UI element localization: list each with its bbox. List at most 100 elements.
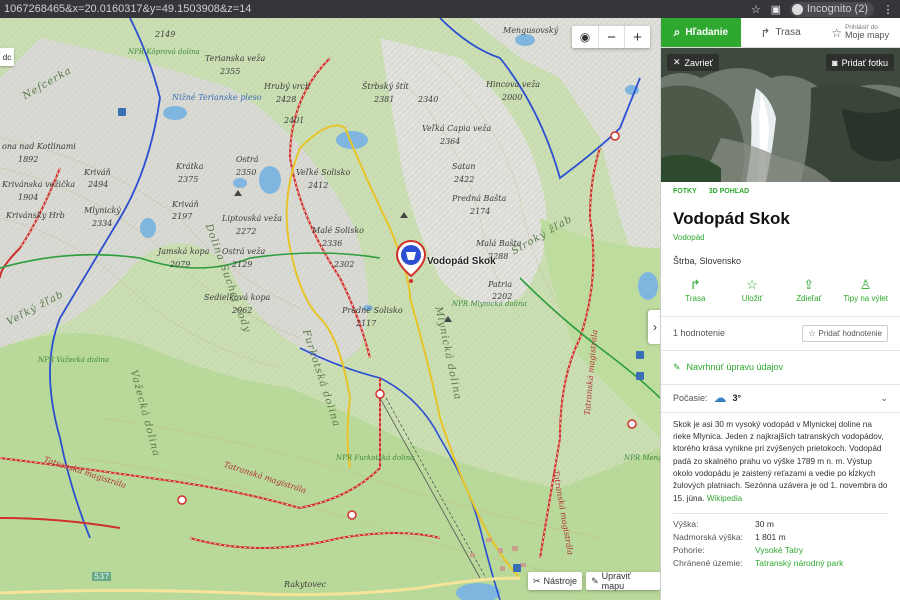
map-label: 2355 — [220, 67, 241, 76]
incognito-icon — [791, 3, 803, 15]
map-label: 2272 — [236, 227, 257, 236]
map-label: 1892 — [18, 155, 39, 164]
map-label: 2422 — [454, 175, 475, 184]
map-label: 1904 — [18, 193, 39, 202]
map-label: Mlynický — [84, 206, 121, 215]
add-photo-label: Pridať fotku — [841, 57, 888, 68]
star-icon[interactable]: ☆ — [750, 3, 762, 16]
add-photo-button[interactable]: ◙ Pridať fotku — [826, 54, 894, 71]
tools-label: Nástroje — [543, 576, 578, 586]
map-label: NPR Važecká dolina — [38, 356, 110, 364]
map-label: Malé Solisko — [312, 226, 364, 235]
wikipedia-link[interactable]: Wikipedia — [707, 494, 743, 503]
trip-tips-label: Tipy na výlet — [843, 294, 888, 303]
add-rating-button[interactable]: ☆ Pridať hodnotenie — [802, 324, 888, 342]
map-label: Predné Solisko — [342, 306, 403, 315]
map-label: Ostrá — [236, 155, 259, 164]
map-label: Krivánsky Hrb — [6, 211, 65, 220]
address-bar[interactable]: 1067268465&x=20.0160317&y=49.1503908&z=1… — [4, 3, 750, 15]
map-label: 2149 — [155, 30, 176, 39]
sidebar-toggle-icon[interactable]: ▣ — [770, 3, 782, 16]
route-icon: ↱ — [689, 277, 701, 292]
save-button-label: Uložiť — [741, 294, 763, 303]
map-label: 2000 — [502, 93, 523, 102]
map-label: NPR Furkotská dolina — [336, 454, 415, 462]
zoom-controls: ◉ − + — [572, 26, 650, 48]
road-number-label: 537 — [92, 572, 112, 581]
map-label: 2364 — [440, 137, 461, 146]
map-canvas[interactable]: NPR Kôprová dolina 2149 Terianska veža 2… — [0, 18, 660, 600]
map-label: Rakytovec — [284, 580, 327, 589]
place-location: Štrba, Slovensko — [673, 256, 742, 266]
map-label: 2340 — [418, 95, 439, 104]
locate-icon[interactable]: ◉ — [572, 26, 598, 48]
more-menu-icon[interactable]: ⋮ — [882, 3, 894, 16]
zoom-out-button[interactable]: − — [598, 26, 624, 48]
search-icon: ⌕ — [673, 25, 681, 39]
add-rating-label: Pridať hodnotenie — [818, 328, 883, 338]
edit-map-label: Upraviť mapu — [601, 571, 631, 591]
map-label: 2197 — [172, 212, 193, 221]
page-title: Vodopád Skok — [673, 209, 790, 228]
fact-key: Výška: — [673, 518, 699, 529]
share-button[interactable]: ⇪ Zdieľať — [781, 277, 838, 304]
rating-row: 1 hodnotenie ☆ Pridať hodnotenie — [661, 315, 900, 350]
close-icon: ✕ — [673, 57, 681, 67]
place-photo[interactable]: ✕ Zavrieť ◙ Pridať fotku — [661, 48, 900, 182]
route-button[interactable]: ↱ Trasa — [667, 277, 724, 304]
tab-route[interactable]: ↱ Trasa — [741, 18, 821, 47]
map-label: Jamská kopa — [158, 247, 210, 256]
fact-row: Nadmorská výška: 1 801 m — [673, 531, 888, 544]
place-category-link[interactable]: Vodopád — [661, 229, 900, 242]
zoom-in-button[interactable]: + — [624, 26, 650, 48]
map-label: NPR Mlynická dolina — [452, 300, 527, 308]
map-label: Kriváň — [84, 168, 111, 177]
edit-map-button[interactable]: ✎ Upraviť mapu — [586, 571, 660, 591]
map-label: 2129 — [232, 260, 253, 269]
tools-icon: ✂ — [533, 575, 541, 586]
incognito-badge[interactable]: Incognito (2) — [789, 1, 874, 17]
poi-label[interactable]: Vodopád Skok — [427, 256, 496, 267]
tab-route-label: Trasa — [775, 27, 801, 38]
photo-tabs: FOTKY 3D POHĽAD — [661, 182, 900, 201]
tab-search-label: Hľadanie — [685, 27, 729, 38]
map-label: Mengusovský — [503, 26, 559, 35]
fact-value: 1 801 m — [755, 532, 786, 543]
chevron-down-icon[interactable]: ⌄ — [880, 393, 888, 404]
map-label: Nižné Terianske pleso — [172, 93, 262, 102]
collapse-panel-button[interactable]: › — [648, 310, 660, 344]
facts-table: Výška: 30 m Nadmorská výška: 1 801 m Poh… — [673, 512, 888, 571]
top-tabs: ⌕ Hľadanie ↱ Trasa ☆ Prihlásiť do Moje m… — [661, 18, 900, 48]
fact-value: 30 m — [755, 518, 774, 529]
weather-label: Počasie: — [673, 393, 708, 404]
map-label: Kriváň — [172, 200, 199, 209]
map-label: Krátka — [176, 162, 204, 171]
tab-my-maps[interactable]: ☆ Prihlásiť do Moje mapy — [820, 18, 900, 47]
map-label: NPR Kôprová dolina — [128, 48, 200, 56]
save-button[interactable]: ☆ Uložiť — [724, 277, 781, 304]
map-label: 2334 — [92, 219, 113, 228]
waterfall-marker-icon[interactable] — [396, 240, 426, 284]
camera-icon: ◙ — [832, 57, 838, 68]
browser-bar: 1067268465&x=20.0160317&y=49.1503908&z=1… — [0, 0, 900, 18]
suggest-edit-label: Navrhnúť úpravu údajov — [686, 362, 783, 373]
tab-my-maps-label: Moje mapy — [845, 30, 890, 41]
cloud-icon: ☁ — [713, 390, 727, 406]
map-label: Liptovská veža — [222, 214, 283, 223]
tools-button[interactable]: ✂ Nástroje — [528, 572, 583, 590]
tab-photos[interactable]: FOTKY — [673, 188, 697, 195]
action-buttons: ↱ Trasa ☆ Uložiť ⇪ Zdieľať ♙ Tipy na výl… — [661, 266, 900, 304]
map-tools: ✂ Nástroje ✎ Upraviť mapu — [528, 571, 660, 591]
tab-3d-view[interactable]: 3D POHĽAD — [709, 188, 749, 195]
close-button[interactable]: ✕ Zavrieť — [667, 54, 719, 71]
map-label: Veľké Solisko — [296, 168, 351, 177]
protected-area-link[interactable]: Tatranský národný park — [755, 557, 843, 570]
map-label: Veľká Capia veža — [422, 124, 492, 133]
tab-search[interactable]: ⌕ Hľadanie — [661, 18, 741, 47]
suggest-edit-link[interactable]: ✎ Navrhnúť úpravu údajov — [661, 349, 900, 384]
mountain-range-link[interactable]: Vysoké Tatry — [755, 544, 803, 557]
map-label: Predná Bašta — [452, 194, 507, 203]
weather-row[interactable]: Počasie: ☁ 3° ⌄ — [661, 383, 900, 412]
trip-tips-button[interactable]: ♙ Tipy na výlet — [837, 277, 894, 304]
layer-tab[interactable]: dc — [0, 48, 14, 66]
